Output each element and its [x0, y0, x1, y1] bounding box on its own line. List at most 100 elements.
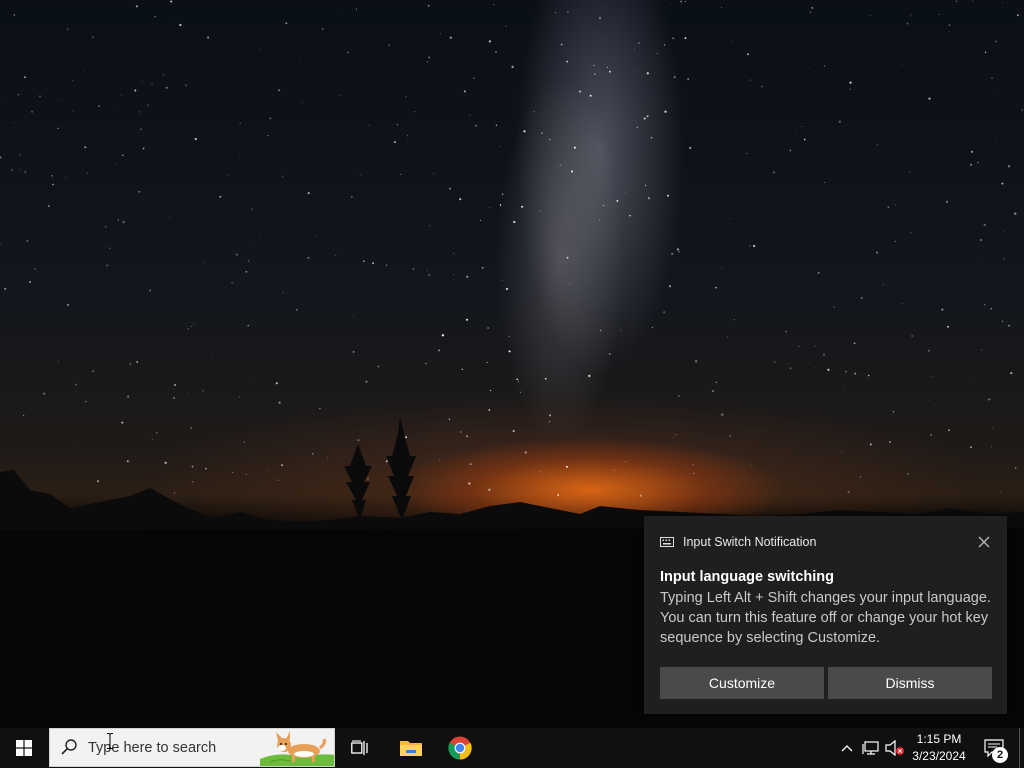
file-explorer-button[interactable]: [392, 728, 430, 768]
star: [377, 365, 379, 368]
search-input[interactable]: Type here to search: [49, 728, 335, 767]
star: [880, 402, 881, 404]
star: [268, 355, 270, 356]
star: [823, 65, 826, 67]
star: [134, 89, 137, 92]
star: [72, 110, 74, 112]
star: [158, 298, 160, 300]
star: [991, 77, 993, 80]
star: [997, 88, 999, 90]
star: [906, 22, 909, 25]
star: [92, 370, 95, 373]
star: [869, 15, 871, 16]
star: [453, 274, 455, 276]
star: [845, 370, 847, 373]
star: [861, 297, 863, 299]
star: [269, 117, 272, 120]
star: [17, 93, 20, 96]
star: [487, 327, 489, 329]
star: [990, 308, 992, 310]
star: [877, 144, 878, 146]
star: [715, 381, 718, 384]
star: [439, 33, 441, 34]
star: [247, 324, 249, 327]
customize-button[interactable]: Customize: [660, 667, 824, 699]
star: [809, 67, 810, 69]
star: [117, 109, 119, 111]
star: [672, 37, 674, 40]
star: [979, 238, 983, 242]
star: [501, 280, 503, 281]
network-button[interactable]: [860, 728, 882, 768]
star: [676, 248, 680, 251]
star: [275, 382, 278, 385]
star: [606, 66, 609, 68]
star: [475, 124, 478, 127]
star: [1010, 371, 1013, 375]
star: [746, 152, 748, 155]
star: [663, 44, 666, 46]
star: [406, 134, 409, 137]
star: [608, 70, 611, 73]
star: [1007, 165, 1011, 168]
star: [24, 76, 26, 79]
star: [58, 360, 60, 362]
star: [77, 54, 79, 56]
star: [594, 73, 596, 75]
star: [984, 304, 986, 306]
volume-button[interactable]: [884, 728, 906, 768]
star: [544, 377, 547, 380]
chrome-button[interactable]: [441, 728, 479, 768]
star: [149, 289, 151, 292]
show-desktop-button[interactable]: [1019, 728, 1024, 768]
taskbar: Type here to search 1:15 PM 3/23/2024 2: [0, 728, 1024, 768]
star: [66, 28, 69, 30]
star: [643, 117, 646, 120]
star: [634, 49, 635, 51]
star: [541, 132, 543, 134]
close-icon[interactable]: [975, 533, 993, 551]
star: [927, 400, 929, 401]
star: [809, 11, 812, 14]
star: [58, 99, 60, 101]
star: [142, 147, 145, 150]
star: [994, 40, 997, 43]
dismiss-button[interactable]: Dismiss: [828, 667, 992, 699]
start-button[interactable]: [0, 728, 48, 768]
star: [714, 407, 715, 409]
star: [566, 256, 569, 259]
star: [680, 0, 682, 3]
star: [694, 360, 698, 363]
star: [174, 384, 176, 386]
corgi-doodle-icon[interactable]: [260, 729, 335, 767]
star: [438, 349, 441, 352]
star: [566, 60, 569, 63]
star: [332, 235, 334, 237]
star: [126, 395, 130, 398]
star: [400, 173, 402, 175]
star: [247, 260, 250, 262]
star: [593, 64, 595, 67]
star: [803, 138, 806, 141]
star: [122, 220, 125, 224]
star: [928, 97, 931, 100]
star: [172, 18, 174, 20]
clock[interactable]: 1:15 PM 3/23/2024: [906, 728, 972, 768]
volume-muted-icon: [885, 740, 904, 756]
star: [733, 319, 735, 321]
star: [773, 171, 775, 174]
star: [47, 205, 50, 208]
star: [352, 351, 355, 353]
star: [179, 23, 182, 27]
star: [673, 76, 676, 79]
star: [910, 231, 912, 234]
star: [239, 122, 241, 124]
star: [463, 90, 466, 93]
chevron-up-icon: [841, 745, 853, 752]
show-hidden-icons-button[interactable]: [838, 728, 856, 768]
star: [927, 349, 930, 352]
task-view-button[interactable]: [342, 728, 378, 768]
star: [117, 219, 120, 221]
action-center-button[interactable]: 2: [978, 728, 1010, 768]
text-cursor-icon: [107, 733, 113, 749]
